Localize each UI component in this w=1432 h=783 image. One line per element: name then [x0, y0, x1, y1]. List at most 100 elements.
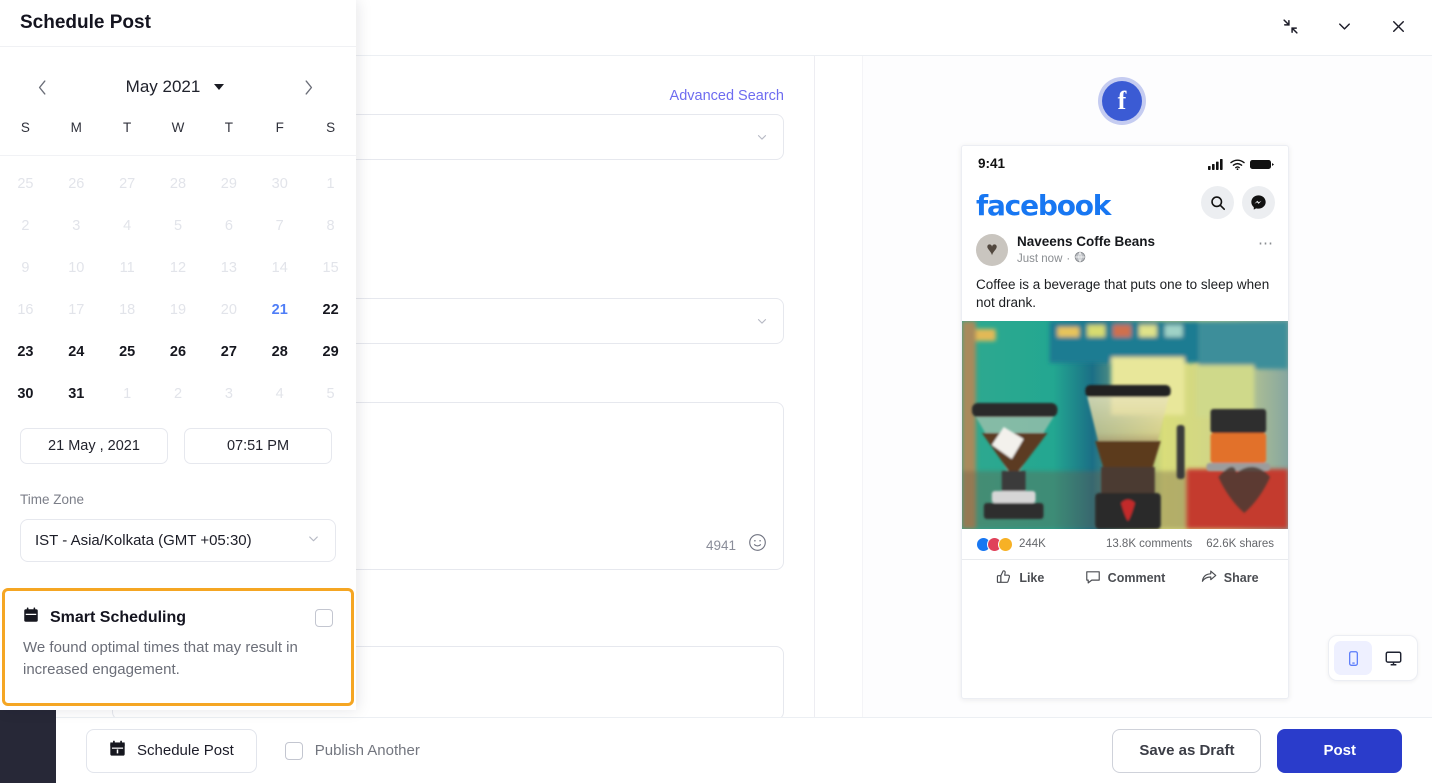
calendar-day: 12 — [169, 259, 187, 276]
post-button[interactable]: Post — [1277, 728, 1402, 773]
smart-scheduling-card: Smart Scheduling We found optimal times … — [2, 588, 354, 706]
character-count: 4941 — [705, 537, 736, 553]
share-button[interactable]: Share — [1177, 569, 1282, 588]
calendar-month-selector[interactable]: May 2021 — [62, 77, 288, 97]
calendar-day: 3 — [224, 385, 233, 402]
calendar-prev-month-button[interactable] — [22, 79, 62, 96]
timezone-value: IST - Asia/Kolkata (GMT +05:30) — [35, 532, 252, 549]
advanced-search-link[interactable]: Advanced Search — [670, 88, 784, 104]
calendar-day[interactable]: 22 — [305, 292, 356, 327]
stat-counts: 13.8K comments 62.6K shares — [1106, 538, 1274, 550]
phone-preview: 9:41 facebook ♥ Naveens Coffe Beans Just… — [961, 145, 1289, 699]
reaction-icons — [976, 536, 1013, 552]
app-root: Advanced Search Live Video, Cross Post V… — [0, 0, 1432, 783]
device-toggle — [1328, 635, 1418, 681]
post-meta: Naveens Coffe Beans Just now · — [1017, 234, 1155, 266]
calendar-weekday-4: T — [224, 120, 233, 135]
calendar-day: 17 — [68, 301, 85, 318]
smart-scheduling-checkbox[interactable] — [315, 608, 333, 627]
desktop-view-button[interactable] — [1374, 641, 1412, 675]
like-label: Like — [1019, 571, 1045, 586]
shares-count: 62.6K shares — [1206, 538, 1274, 551]
calendar-day: 4 — [275, 385, 284, 402]
calendar-day[interactable]: 29 — [305, 334, 356, 369]
status-time: 9:41 — [978, 156, 1006, 171]
share-arrow-icon — [1201, 569, 1217, 588]
calendar-day[interactable]: 31 — [51, 376, 102, 411]
calendar-day: 19 — [169, 301, 187, 318]
phone-status-bar: 9:41 — [962, 146, 1288, 180]
time-input[interactable]: 07:51 PM — [184, 428, 332, 464]
mobile-view-button[interactable] — [1334, 641, 1372, 675]
calendar-day[interactable]: 26 — [153, 334, 204, 369]
calendar-icon — [23, 607, 39, 628]
calendar-day: 7 — [275, 217, 284, 234]
smart-scheduling-header: Smart Scheduling — [23, 607, 333, 628]
window-controls — [1274, 10, 1414, 42]
collapse-icon[interactable] — [1274, 10, 1306, 42]
calendar-day: 11 — [119, 259, 135, 276]
reactions-count: 244K — [1019, 538, 1046, 551]
calendar-weekday-row: SMTWTFS — [0, 120, 356, 135]
calendar-day[interactable]: 28 — [254, 334, 305, 369]
calendar-weekday-6: S — [326, 120, 336, 135]
publish-another-checkbox[interactable] — [284, 741, 303, 760]
close-icon[interactable] — [1382, 10, 1414, 42]
date-input[interactable]: 21 May , 2021 — [20, 428, 168, 464]
comments-count: 13.8K comments — [1105, 538, 1193, 551]
calendar-day[interactable]: 25 — [102, 334, 153, 369]
emoji-icon[interactable] — [748, 533, 767, 557]
calendar-day[interactable]: 30 — [0, 376, 51, 411]
calendar-weekday-5: F — [275, 120, 284, 135]
timezone-select[interactable]: IST - Asia/Kolkata (GMT +05:30) — [20, 519, 336, 562]
calendar-month-label: May 2021 — [125, 77, 201, 96]
avatar: ♥ — [976, 234, 1008, 266]
chevron-down-icon[interactable] — [1328, 10, 1360, 42]
column-divider — [814, 56, 815, 717]
haha-reaction-icon — [998, 536, 1013, 552]
cellular-signal-icon — [1208, 157, 1225, 175]
chevron-down-icon — [755, 314, 769, 333]
post-actions: Like Comment Share — [962, 560, 1288, 597]
calendar-day: 5 — [326, 385, 335, 402]
calendar-day: 6 — [224, 217, 233, 234]
comment-button[interactable]: Comment — [1073, 569, 1178, 588]
calendar-day: 29 — [220, 175, 237, 192]
panel-title: Schedule Post — [20, 12, 151, 33]
facebook-app-bar: facebook — [962, 180, 1288, 228]
publish-another-toggle[interactable]: Publish Another — [284, 741, 420, 760]
publish-another-label: Publish Another — [314, 742, 420, 759]
messenger-icon[interactable] — [1242, 186, 1275, 219]
post-more-options-icon[interactable]: ⋯ — [1258, 234, 1274, 252]
calendar-next-month-button[interactable] — [288, 79, 328, 96]
comment-label: Comment — [1107, 571, 1166, 586]
chevron-down-icon — [755, 130, 769, 149]
calendar-day: 27 — [119, 175, 136, 192]
timezone-label: Time Zone — [20, 492, 85, 507]
calendar-day[interactable]: 24 — [51, 334, 102, 369]
calendar-icon — [109, 740, 126, 761]
dot-separator: · — [1066, 252, 1071, 265]
app-bar-icons — [1201, 186, 1275, 219]
calendar-day[interactable]: 23 — [0, 334, 51, 369]
schedule-post-button[interactable]: Schedule Post — [86, 728, 257, 773]
smart-scheduling-title: Smart Scheduling — [50, 608, 187, 626]
calendar-weekday-2: T — [123, 120, 132, 135]
calendar-day-selected[interactable]: 21 — [254, 292, 305, 327]
calendar-day: 13 — [220, 259, 237, 276]
calendar-day: 2 — [21, 217, 30, 234]
calendar-day[interactable]: 27 — [203, 334, 254, 369]
search-icon[interactable] — [1201, 186, 1234, 219]
post-author: Naveens Coffe Beans — [1017, 234, 1156, 249]
calendar-day: 15 — [322, 259, 339, 276]
save-as-draft-button[interactable]: Save as Draft — [1112, 728, 1262, 773]
panel-divider — [0, 46, 356, 47]
facebook-wordmark: facebook — [976, 188, 1111, 222]
globe-icon — [1074, 251, 1086, 266]
post-image — [962, 320, 1288, 529]
calendar-day: 14 — [271, 259, 288, 276]
calendar-divider — [0, 155, 356, 156]
comment-bubble-icon — [1085, 569, 1101, 588]
like-button[interactable]: Like — [968, 569, 1073, 588]
preview-column: f 9:41 facebook ♥ Naveens Coffe Beans Ju… — [863, 56, 1432, 717]
